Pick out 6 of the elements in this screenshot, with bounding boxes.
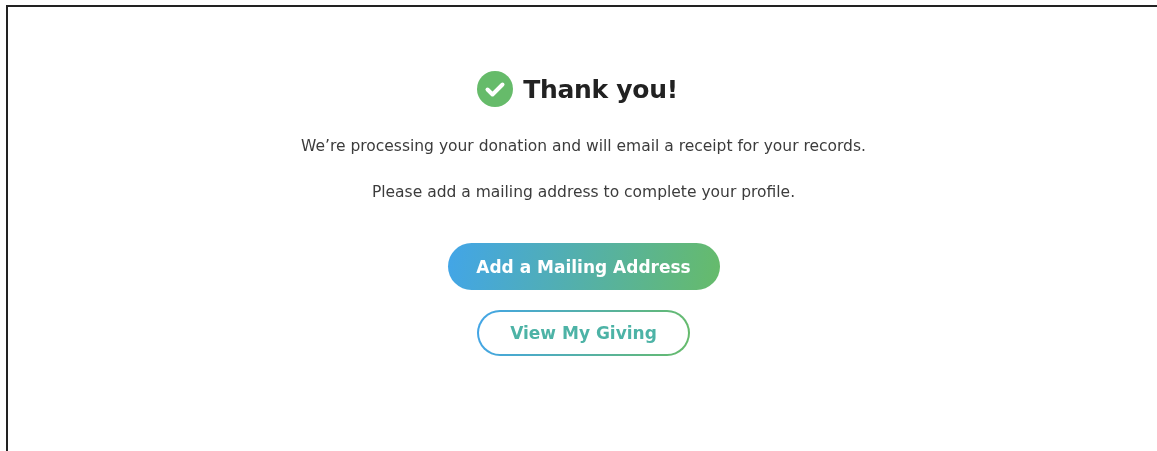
message-text: Please add a mailing address to complete your profile. — [371, 182, 796, 202]
check-circle-icon — [477, 71, 514, 107]
title: Thank you! — [523, 74, 678, 104]
add-address-button[interactable]: Add a Mailing Address — [447, 243, 720, 290]
message-text: We’re processing your donation and will email a receipt for your records. — [301, 136, 866, 156]
view-giving-button[interactable]: View My Giving — [477, 310, 690, 356]
